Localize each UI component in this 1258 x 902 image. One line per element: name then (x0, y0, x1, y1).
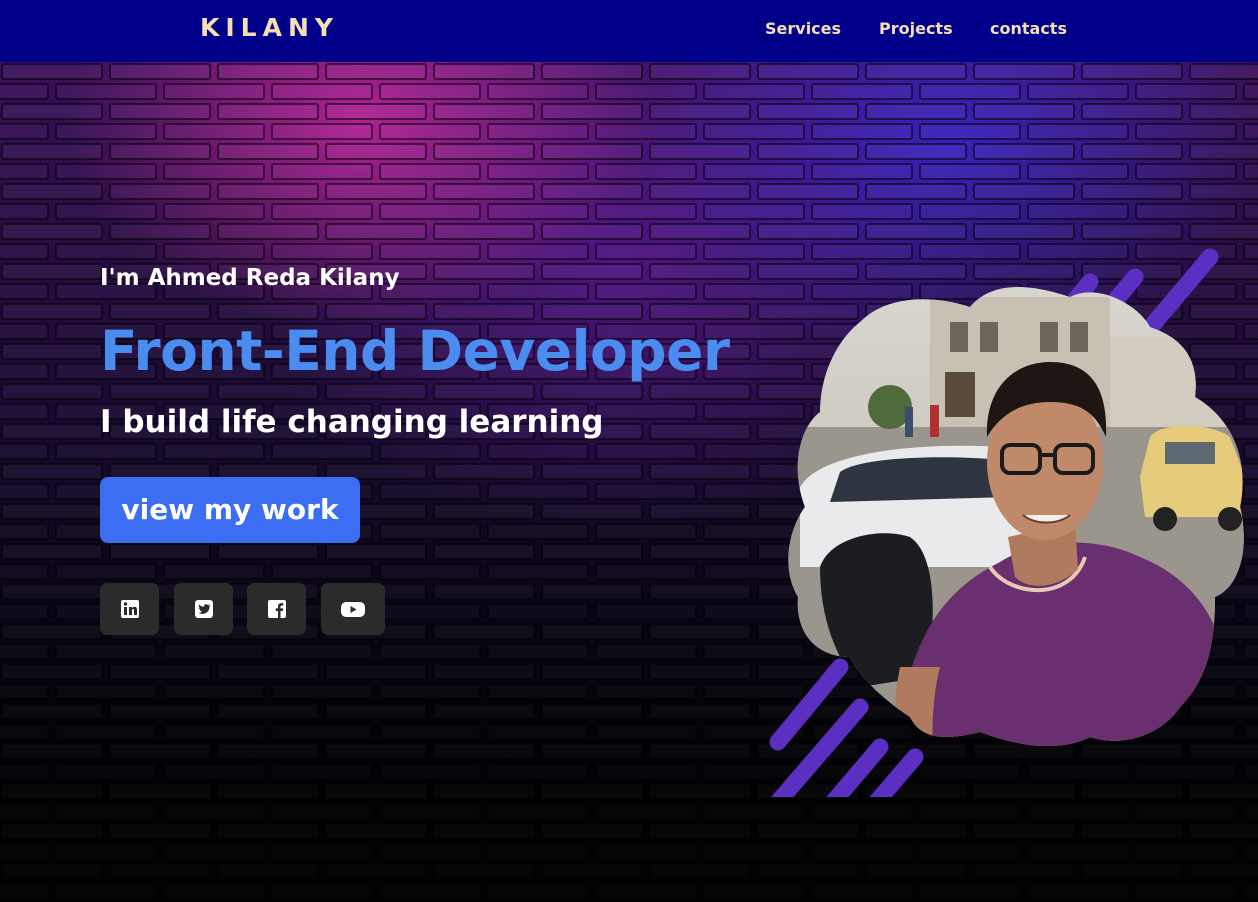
youtube-link[interactable] (321, 583, 385, 635)
facebook-icon (267, 600, 286, 618)
hero-section: I'm Ahmed Reda Kilany Front-End Develope… (0, 62, 1258, 902)
twitter-icon (194, 600, 213, 618)
view-my-work-button[interactable]: view my work (100, 477, 360, 543)
hero-tagline: I build life changing learning (100, 404, 604, 440)
hero-greeting: I'm Ahmed Reda Kilany (100, 265, 400, 291)
nav-link-services[interactable]: Services (765, 19, 841, 39)
linkedin-icon (120, 600, 139, 618)
nav-link-contacts[interactable]: contacts (990, 19, 1067, 39)
profile-photo (769, 248, 1244, 797)
navbar: KILANY Services Projects contacts (0, 0, 1258, 62)
twitter-link[interactable] (174, 583, 233, 635)
hero-headline: Front-End Developer (100, 319, 730, 383)
facebook-link[interactable] (247, 583, 306, 635)
nav-link-projects[interactable]: Projects (879, 19, 953, 39)
linkedin-link[interactable] (100, 583, 159, 635)
youtube-icon (341, 602, 365, 617)
site-logo[interactable]: KILANY (200, 13, 339, 43)
